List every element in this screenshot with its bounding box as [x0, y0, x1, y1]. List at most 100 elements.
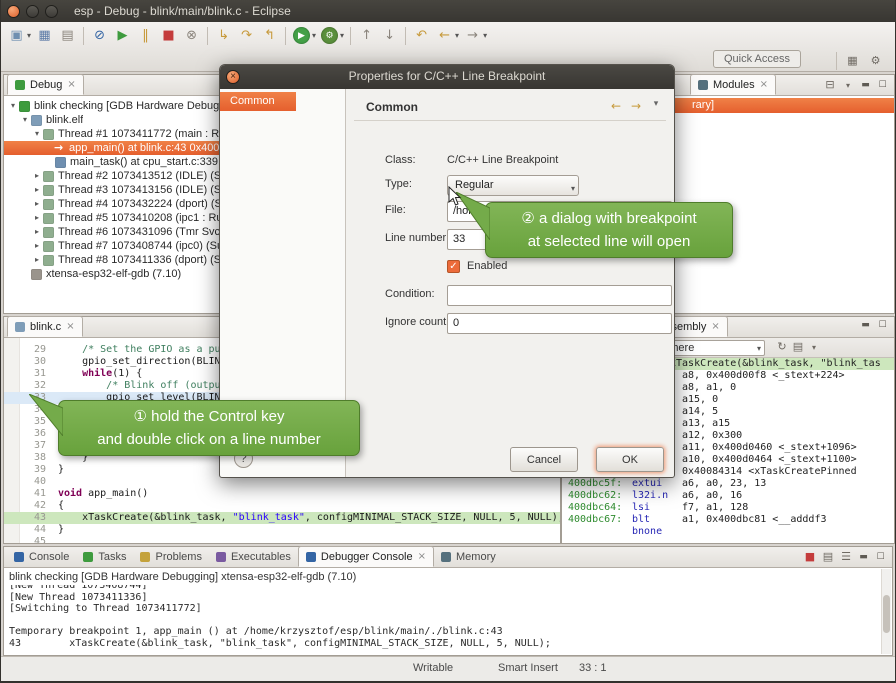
ignore-count-input[interactable]: 0 [447, 313, 672, 334]
cancel-button[interactable]: Cancel [510, 447, 578, 472]
window-minimize-icon[interactable] [26, 5, 39, 18]
quick-access-button[interactable]: Quick Access [713, 50, 801, 68]
line-number[interactable]: 32 [20, 380, 46, 392]
clear-console-icon[interactable] [820, 550, 836, 563]
line-number[interactable]: 44 [20, 524, 46, 536]
line-number[interactable]: 31 [20, 368, 46, 380]
show-source-icon[interactable] [790, 340, 806, 353]
tab-debugger-console[interactable]: Debugger Console [298, 546, 434, 567]
tree-expander-icon[interactable]: ▸ [32, 211, 42, 225]
window-maximize-icon[interactable] [45, 5, 58, 18]
console-output[interactable]: [New Thread 1073408744][New Thread 10734… [9, 585, 878, 654]
tab-executables[interactable]: Executables [209, 546, 298, 567]
tab-blink-c[interactable]: blink.c [7, 316, 83, 337]
tab-memory[interactable]: Memory [434, 546, 503, 567]
dialog-titlebar[interactable]: Properties for C/C++ Line Breakpoint [220, 65, 674, 89]
tab-debug[interactable]: Debug [7, 74, 84, 95]
tab-modules[interactable]: Modules [690, 74, 776, 95]
resume-icon[interactable]: ▶ [112, 25, 133, 46]
code-text[interactable]: } [58, 524, 64, 536]
close-tab-icon[interactable] [66, 322, 74, 332]
ok-button[interactable]: OK [596, 447, 664, 472]
tree-expander-icon[interactable]: ▸ [32, 169, 42, 183]
last-edit-icon[interactable]: ↶ [411, 25, 432, 46]
code-text[interactable]: { [58, 500, 64, 512]
code-text[interactable]: /* Set the GPIO as a push/ [58, 344, 239, 356]
close-tab-icon[interactable] [711, 322, 719, 332]
window-close-icon[interactable] [7, 5, 20, 18]
disconnect-icon[interactable]: ⊗ [181, 25, 202, 46]
debug-icon[interactable]: ⚙ [321, 27, 338, 44]
maximize-view-icon[interactable] [875, 320, 890, 330]
line-number[interactable]: 30 [20, 356, 46, 368]
tab-problems[interactable]: Problems [133, 546, 208, 567]
tree-expander-icon[interactable]: ▾ [20, 113, 30, 127]
close-tab-icon[interactable] [67, 80, 75, 90]
code-text[interactable]: /* Blink off (output l [58, 380, 239, 392]
enabled-checkbox[interactable] [447, 260, 460, 273]
code-text[interactable]: while(1) { [58, 368, 142, 380]
new-wizard-dropdown-icon[interactable] [27, 31, 31, 40]
step-into-icon[interactable]: ↳ [213, 25, 234, 46]
minimize-view-icon[interactable] [858, 320, 873, 330]
debug-perspective-icon[interactable]: ⚙ [865, 50, 886, 71]
line-number[interactable]: 29 [20, 344, 46, 356]
view-menu-icon[interactable] [648, 99, 664, 113]
code-text[interactable]: xTaskCreate(&blink_task, "blink_task", c… [58, 512, 560, 524]
view-menu-icon[interactable] [806, 340, 822, 353]
window-titlebar[interactable]: esp - Debug - blink/main/blink.c - Eclip… [1, 0, 895, 22]
close-tab-icon[interactable] [760, 80, 768, 90]
code-text[interactable]: } [58, 464, 64, 476]
terminate-icon[interactable] [802, 550, 818, 563]
tree-expander-icon[interactable]: ▸ [32, 239, 42, 253]
open-perspective-icon[interactable]: ▦ [842, 50, 863, 71]
code-text[interactable]: void app_main() [58, 488, 148, 500]
terminate-icon[interactable]: ■ [158, 25, 179, 46]
tab-console[interactable]: Console [7, 546, 76, 567]
disassembly-row[interactable]: 400dbc64:lsif7, a1, 128 [562, 502, 894, 514]
collapse-all-icon[interactable] [822, 78, 838, 91]
line-number[interactable]: 37 [20, 440, 46, 452]
line-number[interactable]: 40 [20, 476, 46, 488]
skip-breakpoints-icon[interactable]: ⊘ [89, 25, 110, 46]
new-wizard-icon[interactable]: ▣ [6, 25, 27, 46]
back-dropdown-icon[interactable] [455, 31, 459, 40]
refresh-icon[interactable] [774, 340, 790, 353]
scrollbar-thumb[interactable] [883, 595, 890, 633]
print-icon[interactable]: ▤ [57, 25, 78, 46]
forward-icon[interactable]: → [462, 25, 483, 46]
save-icon[interactable]: ▦ [34, 25, 55, 46]
forward-dropdown-icon[interactable] [483, 31, 487, 40]
code-text[interactable]: gpio_set_direction(BLINK_G [58, 356, 239, 368]
next-annotation-icon[interactable]: ↓ [379, 25, 400, 46]
back-icon[interactable]: ← [434, 25, 455, 46]
tab-tasks[interactable]: Tasks [76, 546, 133, 567]
tree-expander-icon[interactable]: ▾ [8, 99, 18, 113]
tree-expander-icon[interactable]: ▾ [32, 127, 42, 141]
line-number[interactable]: 41 [20, 488, 46, 500]
line-number[interactable]: 39 [20, 464, 46, 476]
disassembly-row[interactable]: bnone [562, 526, 894, 538]
debug-dropdown-icon[interactable] [340, 31, 344, 40]
tree-expander-icon[interactable]: ▸ [32, 253, 42, 267]
step-return-icon[interactable]: ↰ [259, 25, 280, 46]
step-over-icon[interactable]: ↷ [236, 25, 257, 46]
close-tab-icon[interactable] [418, 552, 426, 562]
tree-expander-icon[interactable]: ▸ [32, 183, 42, 197]
chevron-down-icon[interactable] [571, 179, 575, 198]
tree-expander-icon[interactable]: ▸ [32, 197, 42, 211]
line-number[interactable]: 43 [20, 512, 46, 524]
forward-icon[interactable] [628, 99, 644, 113]
line-number[interactable]: 38 [20, 452, 46, 464]
maximize-view-icon[interactable] [873, 552, 888, 562]
maximize-view-icon[interactable] [875, 80, 890, 90]
scroll-lock-icon[interactable] [838, 550, 854, 563]
run-dropdown-icon[interactable] [312, 31, 316, 40]
line-number[interactable]: 42 [20, 500, 46, 512]
disassembly-row[interactable]: 400dbc67:blta1, 0x400dbc81 <__adddf3 [562, 514, 894, 526]
condition-input[interactable] [447, 285, 672, 306]
previous-annotation-icon[interactable]: ↑ [356, 25, 377, 46]
suspend-icon[interactable]: ‖ [135, 25, 156, 46]
disassembly-row[interactable]: 400dbc5f:extuia6, a0, 23, 13 [562, 478, 894, 490]
back-icon[interactable] [608, 99, 624, 113]
